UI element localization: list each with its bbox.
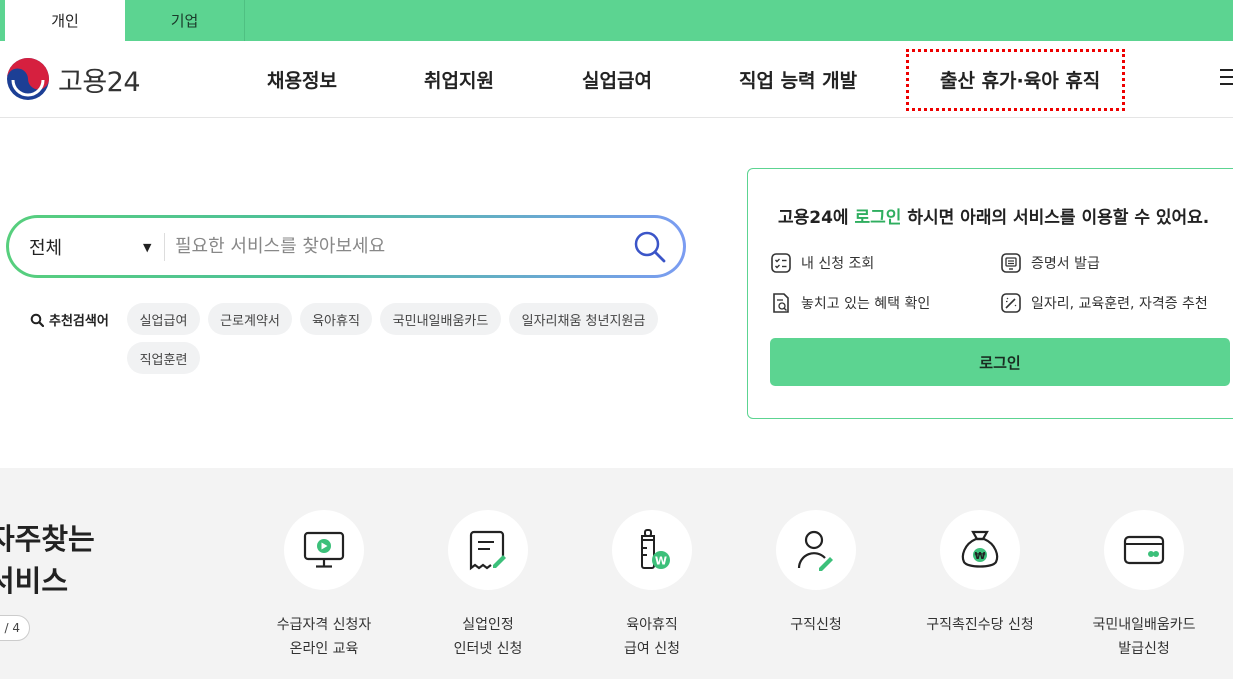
nav-unemployment-benefit[interactable]: 실업급여 <box>582 41 652 118</box>
document-search-icon <box>773 293 789 313</box>
faq-item-label: 인터넷 신청 <box>453 641 523 657</box>
card-icon <box>1123 535 1165 565</box>
faq-item-unemployment-recognition[interactable]: 실업인정인터넷 신청 <box>406 510 570 661</box>
faq-item-label: 구직촉진수당 신청 <box>926 617 1034 633</box>
keyword-chip[interactable]: 국민내일배움카드 <box>380 303 501 335</box>
keyword-chip[interactable]: 직업훈련 <box>127 342 200 374</box>
faq-item-job-promotion-allowance[interactable]: ₩ 구직촉진수당 신청 <box>898 510 1062 637</box>
service-certificate[interactable]: 증명서 발급 <box>1000 252 1100 274</box>
faq-item-label: 수급자격 신청자 <box>276 617 372 633</box>
service-label: 일자리, 교육훈련, 자격증 추천 <box>1031 296 1208 312</box>
search-icon[interactable] <box>632 229 668 265</box>
keyword-chip[interactable]: 근로계약서 <box>208 303 292 335</box>
nav-employment-support[interactable]: 취업지원 <box>424 41 494 118</box>
tab-personal[interactable]: 개인 <box>5 0 125 41</box>
search-icon <box>30 313 44 327</box>
search-bar: 전체 ▼ <box>6 215 686 278</box>
faq-item-label: 온라인 교육 <box>289 641 359 657</box>
faq-item-online-education[interactable]: 수급자격 신청자온라인 교육 <box>242 510 406 661</box>
faq-item-label: 급여 신청 <box>624 641 680 657</box>
service-my-applications[interactable]: 내 신청 조회 <box>770 252 874 274</box>
faq-item-circle <box>776 510 856 590</box>
faq-item-label: 육아휴직 <box>626 617 678 633</box>
svg-text:₩: ₩ <box>974 551 985 562</box>
keyword-chip[interactable]: 실업급여 <box>127 303 200 335</box>
login-msg-prefix: 고용24에 <box>778 208 855 228</box>
login-panel: 고용24에 로그인 하시면 아래의 서비스를 이용할 수 있어요. 내 신청 조… <box>747 168 1233 419</box>
faq-item-label: 발급신청 <box>1118 641 1170 657</box>
faq-title: 자주찾는 서비스 <box>0 518 95 602</box>
document-pen-icon <box>469 530 506 571</box>
nav-job-info[interactable]: 채용정보 <box>267 41 337 118</box>
caret-down-icon[interactable]: ▼ <box>143 241 151 254</box>
faq-item-parental-leave-benefit[interactable]: W 육아휴직급여 신청 <box>570 510 734 661</box>
faq-item-label: 국민내일배움카드 <box>1092 617 1196 633</box>
login-message: 고용24에 로그인 하시면 아래의 서비스를 이용할 수 있어요. <box>778 203 1209 228</box>
person-pen-icon <box>797 530 833 571</box>
login-msg-link[interactable]: 로그인 <box>855 208 902 228</box>
magic-wand-icon <box>1001 293 1021 313</box>
carousel-pager[interactable]: / 4 <box>0 615 30 641</box>
login-button[interactable]: 로그인 <box>770 338 1230 386</box>
faq-item-circle: W <box>612 510 692 590</box>
checklist-icon <box>771 253 791 273</box>
service-label: 증명서 발급 <box>1031 256 1100 272</box>
keyword-chip[interactable]: 일자리채움 청년지원금 <box>509 303 658 335</box>
main-header: 고용24 채용정보 취업지원 실업급여 직업 능력 개발 출산 휴가·육아 휴직 <box>0 41 1233 118</box>
faq-item-circle: ₩ <box>940 510 1020 590</box>
faq-item-label: 구직신청 <box>790 617 842 633</box>
nav-highlight-box <box>906 49 1125 111</box>
money-bag-icon: ₩ <box>961 530 999 568</box>
faq-item-job-seeking[interactable]: 구직신청 <box>734 510 898 637</box>
recommend-label: 추천검색어 <box>30 310 109 329</box>
keyword-chip[interactable]: 육아휴직 <box>300 303 372 335</box>
svg-text:W: W <box>655 555 667 568</box>
menu-icon[interactable] <box>1220 67 1233 87</box>
certificate-icon <box>1001 253 1021 273</box>
recommend-label-text: 추천검색어 <box>49 314 109 329</box>
monitor-play-icon <box>303 531 345 568</box>
taegeuk-logo-icon <box>7 58 49 100</box>
logo-text: 고용24 <box>58 66 141 98</box>
service-missed-benefits[interactable]: 놓치고 있는 혜택 확인 <box>770 292 930 314</box>
faq-services-section: 자주찾는 서비스 / 4 수급자격 신청자 온라인 교육 실업인정 인터넷 신청… <box>0 468 1233 679</box>
faq-item-label: 실업인정 <box>462 617 514 633</box>
faq-item-circle <box>1104 510 1184 590</box>
search-divider <box>164 233 165 261</box>
search-category-select[interactable]: 전체 <box>29 218 62 275</box>
service-recommendation[interactable]: 일자리, 교육훈련, 자격증 추천 <box>1000 292 1208 314</box>
nav-vocational-training[interactable]: 직업 능력 개발 <box>739 41 857 118</box>
faq-item-circle <box>448 510 528 590</box>
faq-title-line2: 서비스 <box>0 564 69 598</box>
search-input[interactable] <box>175 228 615 265</box>
tab-business[interactable]: 기업 <box>125 0 245 41</box>
site-logo[interactable]: 고용24 <box>6 57 141 101</box>
faq-item-circle <box>284 510 364 590</box>
baby-bottle-icon: W <box>641 529 670 569</box>
login-msg-suffix: 하시면 아래의 서비스를 이용할 수 있어요. <box>901 208 1210 228</box>
faq-title-line1: 자주찾는 <box>0 522 95 556</box>
faq-item-learning-card[interactable]: 국민내일배움카드발급신청 <box>1062 510 1226 661</box>
service-label: 놓치고 있는 혜택 확인 <box>801 296 931 312</box>
service-label: 내 신청 조회 <box>801 256 875 272</box>
top-tab-bar: 개인 기업 <box>0 0 1233 41</box>
